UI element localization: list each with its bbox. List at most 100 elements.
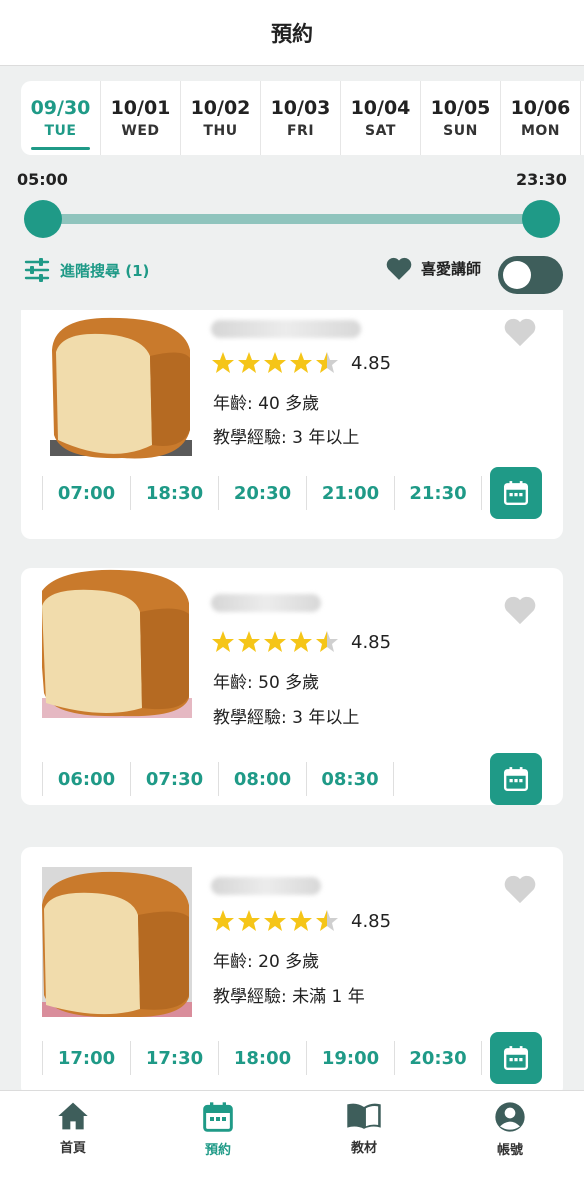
- schedule-button[interactable]: [490, 1032, 542, 1084]
- date-tab-weekday: MON: [520, 123, 561, 139]
- teacher-rating: 4.85: [211, 351, 391, 375]
- star-icon: [264, 352, 286, 373]
- page-title: 預約: [271, 21, 313, 46]
- teacher-age: 年齡: 50 多歲: [213, 673, 320, 693]
- time-slot-button[interactable]: 08:30: [306, 762, 394, 796]
- favorite-teachers-filter: 喜愛講師: [385, 256, 481, 281]
- favorite-heart-icon[interactable]: [503, 873, 537, 905]
- date-tab-weekday: THU: [203, 123, 238, 139]
- teacher-age: 年齡: 40 多歲: [213, 394, 320, 414]
- time-slot-button[interactable]: 19:00: [306, 1041, 394, 1075]
- date-tab-1005[interactable]: 10/05 SUN: [421, 81, 501, 155]
- time-slot-button[interactable]: 06:00: [42, 762, 130, 796]
- time-slot-button[interactable]: 17:00: [42, 1041, 130, 1075]
- teacher-photo: [50, 317, 192, 459]
- date-tab-0930[interactable]: 09/30 TUE: [21, 81, 101, 155]
- time-slot-list: 17:00 17:30 18:00 19:00 20:30: [42, 1041, 487, 1075]
- date-tab-date: 10/03: [270, 97, 331, 119]
- star-icon: [290, 910, 312, 931]
- date-tab-weekday: WED: [121, 123, 160, 139]
- date-tab-date: 10/05: [430, 97, 491, 119]
- date-tab-date: 10/04: [350, 97, 411, 119]
- favorite-teachers-toggle[interactable]: [498, 256, 563, 294]
- time-slot-button[interactable]: 17:30: [130, 1041, 218, 1075]
- nav-booking[interactable]: 預約: [173, 1101, 263, 1158]
- star-icon: [290, 352, 312, 373]
- rating-value: 4.85: [351, 631, 392, 653]
- nav-label: 教材: [350, 1141, 377, 1156]
- advanced-search-label: 進階搜尋 (1): [60, 261, 150, 280]
- date-tab-date: 09/30: [30, 97, 91, 119]
- time-slot-button[interactable]: 20:30: [218, 476, 306, 510]
- advanced-search-button[interactable]: 進階搜尋 (1): [24, 258, 149, 282]
- date-selector: 09/30 TUE 10/01 WED 10/02 THU 10/03 FRI …: [21, 81, 584, 155]
- nav-account[interactable]: 帳號: [465, 1101, 555, 1158]
- teacher-experience: 教學經驗: 3 年以上: [213, 708, 360, 728]
- teacher-card[interactable]: 4.85 年齡: 50 多歲 教學經驗: 3 年以上 06:00 07:30 0…: [21, 568, 563, 805]
- star-icon: [212, 631, 234, 652]
- slider-track: [42, 214, 542, 224]
- nav-label: 首頁: [59, 1141, 86, 1156]
- time-slot-button[interactable]: 18:30: [130, 476, 218, 510]
- teacher-name-blurred: [211, 594, 321, 612]
- nav-label: 預約: [204, 1143, 231, 1158]
- time-slot-button[interactable]: 21:30: [394, 476, 482, 510]
- date-tab-date: 10/06: [510, 97, 571, 119]
- favorite-heart-icon[interactable]: [503, 316, 537, 348]
- nav-home[interactable]: 首頁: [28, 1101, 118, 1156]
- teacher-list[interactable]: 4.85 年齡: 40 多歲 教學經驗: 3 年以上 07:00 18:30 2…: [0, 310, 584, 1090]
- favorite-heart-icon[interactable]: [503, 594, 537, 626]
- star-icon: [290, 631, 312, 652]
- teacher-photo: [42, 867, 192, 1017]
- time-slot-button[interactable]: 07:30: [130, 762, 218, 796]
- teacher-photo: [42, 569, 192, 718]
- slider-start-handle[interactable]: [24, 200, 62, 238]
- teacher-card[interactable]: 4.85 年齡: 20 多歲 教學經驗: 未滿 1 年 17:00 17:30 …: [21, 847, 563, 1090]
- star-icon: [212, 910, 234, 931]
- date-tab-weekday: SAT: [365, 123, 396, 139]
- calendar-icon: [203, 1102, 233, 1132]
- star-icon: [264, 631, 286, 652]
- toggle-knob: [503, 261, 531, 289]
- teacher-experience: 教學經驗: 未滿 1 年: [213, 987, 365, 1007]
- teacher-age: 年齡: 20 多歲: [213, 952, 320, 972]
- book-icon: [347, 1103, 381, 1129]
- time-slot-button[interactable]: 20:30: [394, 1041, 482, 1075]
- date-tab-1003[interactable]: 10/03 FRI: [261, 81, 341, 155]
- time-slot-button[interactable]: 07:00: [42, 476, 130, 510]
- bottom-navigation: 首頁 預約 教材 帳號: [0, 1090, 584, 1200]
- date-tab-1006[interactable]: 10/06 MON: [501, 81, 581, 155]
- time-range-slider[interactable]: [24, 200, 560, 238]
- slider-end-handle[interactable]: [522, 200, 560, 238]
- time-range-end: 23:30: [516, 170, 567, 189]
- time-slot-button[interactable]: 21:00: [306, 476, 394, 510]
- date-tab-1002[interactable]: 10/02 THU: [181, 81, 261, 155]
- star-half-icon: [316, 352, 338, 373]
- calendar-icon: [503, 481, 529, 506]
- date-tab-weekday: SUN: [443, 123, 478, 139]
- account-icon: [495, 1102, 525, 1132]
- time-slot-button[interactable]: 08:00: [218, 762, 306, 796]
- schedule-button[interactable]: [490, 467, 542, 519]
- heart-icon: [386, 257, 412, 280]
- date-tab-1004[interactable]: 10/04 SAT: [341, 81, 421, 155]
- teacher-rating: 4.85: [211, 909, 391, 933]
- date-tab-1001[interactable]: 10/01 WED: [101, 81, 181, 155]
- star-icon: [238, 352, 260, 373]
- teacher-name-blurred: [211, 877, 321, 895]
- star-icon: [212, 352, 234, 373]
- top-bar: 預約: [0, 0, 584, 66]
- schedule-button[interactable]: [490, 753, 542, 805]
- time-range-start: 05:00: [17, 170, 68, 189]
- favorite-teachers-label: 喜愛講師: [421, 260, 482, 278]
- date-tab-date: 10/01: [110, 97, 171, 119]
- home-icon: [58, 1102, 88, 1130]
- nav-materials[interactable]: 教材: [319, 1101, 409, 1156]
- star-half-icon: [316, 631, 338, 652]
- teacher-name-blurred: [211, 320, 361, 338]
- star-icon: [264, 910, 286, 931]
- teacher-card[interactable]: 4.85 年齡: 40 多歲 教學經驗: 3 年以上 07:00 18:30 2…: [21, 310, 563, 539]
- time-slot-button[interactable]: 18:00: [218, 1041, 306, 1075]
- rating-value: 4.85: [351, 910, 392, 932]
- nav-label: 帳號: [496, 1143, 523, 1158]
